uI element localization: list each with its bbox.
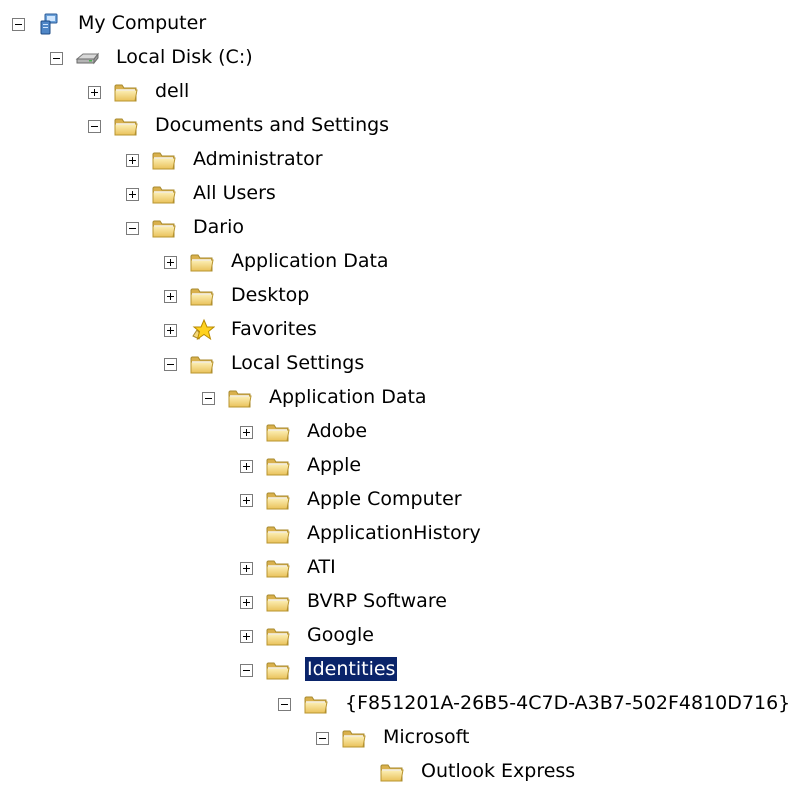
expand-toggle[interactable]: [126, 154, 139, 167]
folder-icon: [379, 760, 405, 784]
tree-label-selected: Identities: [303, 656, 399, 682]
tree-label: ApplicationHistory: [307, 522, 481, 544]
expand-toggle[interactable]: [240, 630, 253, 643]
tree-label: {F851201A-26B5-4C7D-A3B7-502F4810D716}: [345, 692, 791, 714]
folder-icon: [265, 658, 291, 682]
tree-label: Outlook Express: [421, 760, 576, 782]
folder-icon: [265, 624, 291, 648]
tree-label: dell: [155, 80, 190, 102]
hard-drive-icon: [75, 52, 100, 65]
tree-label: ATI: [307, 556, 336, 578]
folder-icon: [265, 522, 291, 546]
expand-toggle[interactable]: [164, 290, 177, 303]
tree-label: Local Settings: [231, 352, 365, 374]
tree-label: Desktop: [231, 284, 310, 306]
folder-icon: [189, 352, 215, 376]
tree-label: Apple: [307, 454, 362, 476]
favorites-star-icon: [192, 318, 215, 341]
collapse-toggle[interactable]: [278, 698, 291, 711]
expand-toggle[interactable]: [240, 426, 253, 439]
folder-tree: My Computer Local Disk (C:) dell Documen…: [0, 0, 793, 787]
tree-label: Local Disk (C:): [116, 46, 253, 68]
folder-icon: [265, 454, 291, 478]
folder-icon: [265, 420, 291, 444]
folder-icon: [151, 182, 177, 206]
collapse-toggle[interactable]: [12, 18, 25, 31]
expand-toggle[interactable]: [126, 188, 139, 201]
tree-label: Application Data: [231, 250, 389, 272]
folder-icon: [265, 488, 291, 512]
collapse-toggle[interactable]: [240, 664, 253, 677]
expand-toggle[interactable]: [240, 460, 253, 473]
folder-icon: [189, 250, 215, 274]
folder-icon: [189, 284, 215, 308]
folder-icon: [265, 556, 291, 580]
folder-icon: [227, 386, 253, 410]
tree-label: Adobe: [307, 420, 368, 442]
collapse-toggle[interactable]: [50, 52, 63, 65]
tree-label: Apple Computer: [307, 488, 462, 510]
tree-label: Documents and Settings: [155, 114, 390, 136]
folder-icon: [113, 114, 139, 138]
folder-icon: [151, 216, 177, 240]
expand-toggle[interactable]: [240, 596, 253, 609]
collapse-toggle[interactable]: [126, 222, 139, 235]
folder-icon: [151, 148, 177, 172]
tree-label: Application Data: [269, 386, 427, 408]
collapse-toggle[interactable]: [164, 358, 177, 371]
folder-icon: [265, 590, 291, 614]
tree-label: All Users: [193, 182, 276, 204]
tree-label: Google: [307, 624, 375, 646]
collapse-toggle[interactable]: [316, 732, 329, 745]
collapse-toggle[interactable]: [88, 120, 101, 133]
folder-icon: [303, 692, 329, 716]
folder-icon: [341, 726, 367, 750]
my-computer-icon: [40, 13, 58, 35]
tree-label: BVRP Software: [307, 590, 447, 612]
tree-label: Microsoft: [383, 726, 470, 748]
expand-toggle[interactable]: [88, 86, 101, 99]
folder-icon: [113, 80, 139, 104]
expand-toggle[interactable]: [240, 494, 253, 507]
collapse-toggle[interactable]: [202, 392, 215, 405]
expand-toggle[interactable]: [240, 562, 253, 575]
tree-label: Favorites: [231, 318, 317, 340]
tree-label: Administrator: [193, 148, 323, 170]
expand-toggle[interactable]: [164, 324, 177, 337]
expand-toggle[interactable]: [164, 256, 177, 269]
tree-label: Dario: [193, 216, 244, 238]
tree-label: My Computer: [78, 12, 207, 34]
